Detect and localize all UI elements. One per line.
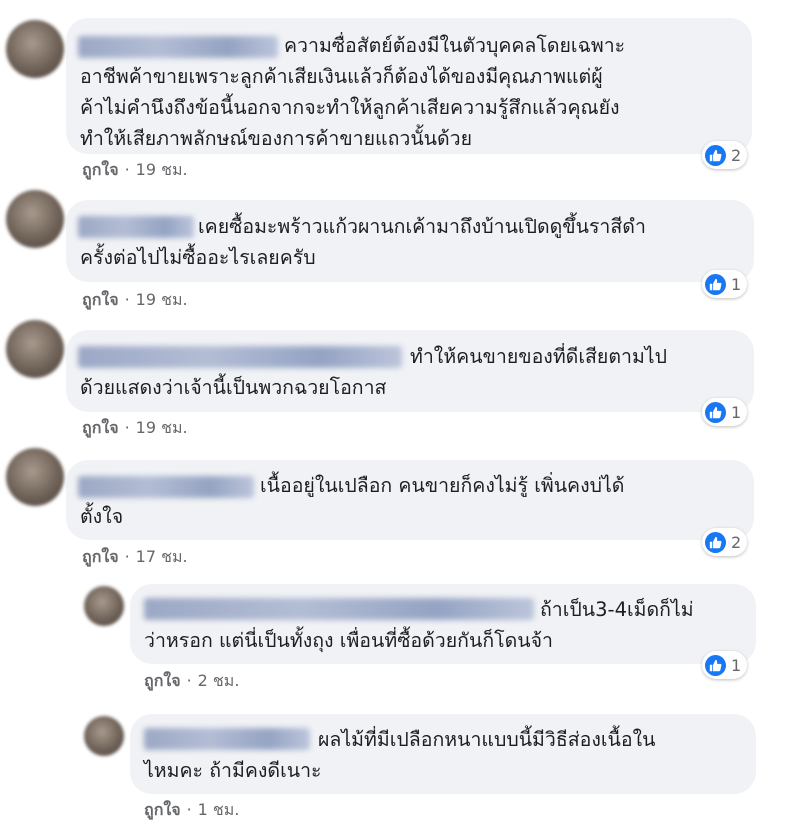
- comment-text-line: ค้าไม่คำนึงถึงข้อนี้นอกจากจะทำให้ลูกค้าเ…: [80, 96, 620, 119]
- separator-dot: ·: [124, 160, 130, 179]
- like-link[interactable]: ถูกใจ: [82, 418, 119, 437]
- like-link[interactable]: ถูกใจ: [82, 290, 119, 309]
- like-link[interactable]: ถูกใจ: [144, 800, 181, 819]
- reaction-count: 2: [731, 532, 742, 552]
- avatar[interactable]: [6, 320, 64, 378]
- comment-text-line: ทำให้เสียภาพลักษณ์ของการค้าขายแถวนั้นด้ว…: [80, 127, 473, 150]
- avatar[interactable]: [6, 448, 64, 506]
- comment-meta: ถูกใจ · 19 ชม.: [82, 416, 188, 441]
- thumbs-up-icon: [705, 531, 726, 553]
- timestamp[interactable]: 1 ชม.: [198, 800, 240, 819]
- thumbs-up-icon: [705, 273, 726, 295]
- timestamp[interactable]: 19 ชม.: [136, 418, 188, 437]
- timestamp[interactable]: 17 ชม.: [136, 547, 188, 566]
- separator-dot: ·: [124, 290, 130, 309]
- timestamp[interactable]: 19 ชม.: [136, 160, 188, 179]
- comment-meta: ถูกใจ · 19 ชม.: [82, 158, 188, 183]
- reaction-count: 1: [731, 274, 742, 294]
- timestamp[interactable]: 2 ชม.: [198, 671, 240, 690]
- commenter-name[interactable]: [78, 36, 278, 58]
- thumbs-up-icon: [705, 144, 726, 166]
- comment-text-line: ถ้าเป็น3-4เม็ดก็ไม่: [540, 598, 694, 621]
- comment-text-line: ด้วยแสดงว่าเจ้านี้เป็นพวกฉวยโอกาส: [80, 376, 387, 399]
- reaction-badge[interactable]: 1: [702, 270, 748, 298]
- comment-text-line: อาชีพค้าขายเพราะลูกค้าเสียเงินแล้วก็ต้อง…: [80, 65, 603, 88]
- commenter-name[interactable]: [144, 728, 310, 750]
- comment-text-line: เนื้ออยู่ในเปลือก คนขายก็คงไม่รู้ เพิ่นค…: [260, 474, 625, 497]
- avatar[interactable]: [84, 586, 124, 626]
- timestamp[interactable]: 19 ชม.: [136, 290, 188, 309]
- thumbs-up-icon: [705, 401, 726, 423]
- comment-meta: ถูกใจ · 17 ชม.: [82, 545, 188, 570]
- comment-text-line: ครั้งต่อไปไม่ซื้ออะไรเลยครับ: [80, 246, 316, 269]
- comment-text-line: ว่าหรอก แต่นี่เป็นทั้งถุง เพื่อนที่ซื้อด…: [144, 629, 553, 652]
- separator-dot: ·: [186, 800, 192, 819]
- like-link[interactable]: ถูกใจ: [144, 671, 181, 690]
- reaction-badge[interactable]: 1: [702, 398, 748, 426]
- comment-text-line: ไหมคะ ถ้ามีคงดีเนาะ: [144, 759, 322, 782]
- comment-text-line: เคยซื้อมะพร้าวแก้วผานกเค้ามาถึงบ้านเปิดด…: [198, 215, 646, 238]
- comment-meta: ถูกใจ · 2 ชม.: [144, 669, 239, 694]
- separator-dot: ·: [186, 671, 192, 690]
- commenter-name[interactable]: [78, 476, 254, 498]
- thumbs-up-icon: [705, 654, 726, 676]
- commenter-name[interactable]: [144, 598, 534, 620]
- separator-dot: ·: [124, 418, 130, 437]
- commenter-name[interactable]: [78, 346, 402, 368]
- separator-dot: ·: [124, 547, 130, 566]
- reaction-badge[interactable]: 2: [702, 528, 748, 556]
- reaction-count: 1: [731, 402, 742, 422]
- comment-text-line: ความซื่อสัตย์ต้องมีในตัวบุคคลโดยเฉพาะ: [284, 34, 626, 57]
- reaction-count: 1: [731, 655, 742, 675]
- reaction-badge[interactable]: 2: [702, 141, 748, 169]
- like-link[interactable]: ถูกใจ: [82, 547, 119, 566]
- reaction-badge[interactable]: 1: [702, 651, 748, 679]
- comment-meta: ถูกใจ · 19 ชม.: [82, 288, 188, 313]
- avatar[interactable]: [6, 20, 64, 78]
- comment-text-line: ทำให้คนขายของที่ดีเสียตามไป: [410, 345, 667, 368]
- comment-meta: ถูกใจ · 1 ชม.: [144, 798, 239, 823]
- avatar[interactable]: [84, 716, 124, 756]
- reaction-count: 2: [731, 145, 742, 165]
- commenter-name[interactable]: [78, 216, 194, 238]
- like-link[interactable]: ถูกใจ: [82, 160, 119, 179]
- comment-text-line: ตั้งใจ: [80, 505, 124, 528]
- comment-text-line: ผลไม้ที่มีเปลือกหนาแบบนี้มีวิธีส่องเนื้อ…: [318, 728, 656, 751]
- avatar[interactable]: [6, 190, 64, 248]
